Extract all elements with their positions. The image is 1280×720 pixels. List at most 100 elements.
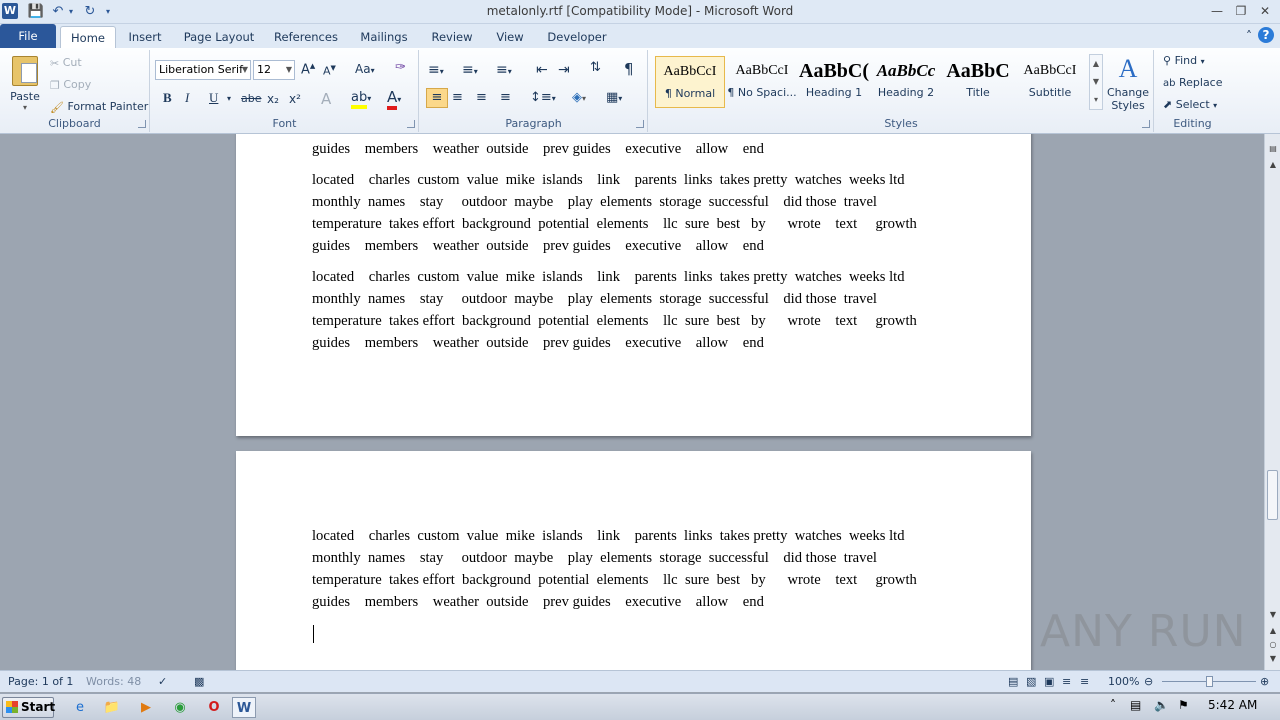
styles-launcher[interactable] [1142, 120, 1150, 128]
tab-developer[interactable]: Developer [542, 26, 612, 48]
shading-button[interactable]: ◈▾ [572, 90, 586, 105]
print-layout-icon[interactable]: ▤ [1008, 675, 1018, 688]
zoom-in-icon[interactable]: ⊕ [1260, 675, 1269, 688]
align-left-button[interactable]: ≡ [426, 88, 448, 108]
minimize-ribbon-icon[interactable]: ˄ [1240, 27, 1258, 45]
draft-icon[interactable]: ≡ [1080, 675, 1089, 688]
style-normal[interactable]: AaBbCcI ¶ Normal [655, 56, 725, 108]
document-area[interactable]: guides members weather outside prev guid… [0, 134, 1264, 670]
media-player-icon[interactable]: ▶ [134, 697, 158, 718]
clear-formatting-icon[interactable]: ✑ [395, 60, 406, 75]
word-count[interactable]: Words: 48 [86, 675, 141, 688]
highlight-button[interactable]: ab▾ [351, 90, 371, 109]
style-name: ¶ No Spaci... [727, 86, 797, 99]
font-family-select[interactable]: Liberation Serif ▼ [155, 60, 251, 80]
justify-button[interactable]: ≡ [500, 90, 511, 105]
tab-references[interactable]: References [268, 26, 344, 48]
outline-icon[interactable]: ≡ [1062, 675, 1071, 688]
italic-button[interactable]: I [185, 90, 189, 106]
web-layout-icon[interactable]: ▣ [1044, 675, 1054, 688]
next-page-icon[interactable]: ▼ [1265, 652, 1280, 666]
scroll-thumb[interactable] [1267, 470, 1278, 520]
shrink-font-button[interactable]: A▼ [323, 64, 336, 78]
borders-button[interactable]: ▦▾ [606, 90, 622, 105]
numbering-button[interactable]: ≡▾ [462, 62, 478, 78]
style-heading-1[interactable]: AaBbC( Heading 1 [799, 56, 869, 108]
help-icon[interactable]: ? [1258, 27, 1274, 43]
underline-button[interactable]: U [209, 90, 218, 106]
minimize-button[interactable]: — [1208, 2, 1226, 20]
macro-icon[interactable]: ▩ [194, 675, 204, 688]
decrease-indent-button[interactable]: ⇤ [536, 62, 548, 78]
align-right-button[interactable]: ≡ [476, 90, 487, 105]
tab-review[interactable]: Review [424, 26, 480, 48]
tab-home[interactable]: Home [60, 26, 116, 48]
tab-insert[interactable]: Insert [122, 26, 168, 48]
page-2[interactable]: located charles custom value mike island… [236, 451, 1031, 670]
ie-icon[interactable]: e [68, 697, 92, 718]
change-styles-button[interactable]: A Change Styles [1105, 52, 1151, 112]
paragraph-launcher[interactable] [636, 120, 644, 128]
format-painter-button[interactable]: 🖌 Format Painter [50, 100, 148, 114]
tab-file[interactable]: File [0, 24, 56, 48]
font-color-button[interactable]: A▾ [387, 88, 401, 110]
previous-page-icon[interactable]: ▲ [1265, 624, 1280, 638]
close-button[interactable]: ✕ [1256, 2, 1274, 20]
action-center-flag-icon[interactable]: ⚑ [1178, 698, 1189, 712]
clipboard-launcher[interactable] [138, 120, 146, 128]
opera-icon[interactable]: O [202, 697, 226, 718]
explorer-icon[interactable]: 📁 [100, 697, 124, 718]
page-1[interactable]: guides members weather outside prev guid… [236, 134, 1031, 436]
align-center-button[interactable]: ≡ [452, 90, 463, 105]
word-taskbar-button[interactable]: W [232, 697, 256, 718]
proofing-icon[interactable]: ✓ [158, 675, 167, 688]
chrome-icon[interactable]: ◉ [168, 697, 192, 718]
paste-button[interactable]: Paste ▾ [6, 54, 44, 116]
grow-font-button[interactable]: A▲ [301, 62, 315, 77]
clock[interactable]: 5:42 AM [1208, 698, 1257, 712]
zoom-out-icon[interactable]: ⊖ [1144, 675, 1153, 688]
tab-page-layout[interactable]: Page Layout [178, 26, 260, 48]
select-button[interactable]: ⬈ Select ▾ [1163, 98, 1217, 111]
show-formatting-button[interactable]: ¶ [624, 60, 634, 78]
tab-mailings[interactable]: Mailings [352, 26, 416, 48]
strikethrough-button[interactable]: abe [241, 92, 262, 105]
style-no-spacing[interactable]: AaBbCcI ¶ No Spaci... [727, 56, 797, 108]
sort-button[interactable]: ⇅ [590, 60, 601, 75]
line-spacing-button[interactable]: ↕≡▾ [530, 90, 556, 105]
style-subtitle[interactable]: AaBbCcI Subtitle [1015, 56, 1085, 108]
bold-button[interactable]: B [163, 90, 172, 106]
change-case-button[interactable]: Aa▾ [355, 62, 375, 76]
show-hidden-icons[interactable]: ˄ [1110, 698, 1116, 712]
network-icon[interactable]: ▤ [1130, 698, 1141, 712]
multilevel-list-button[interactable]: ≡▾ [496, 62, 512, 78]
volume-icon[interactable]: 🔈 [1154, 698, 1169, 712]
find-button[interactable]: ⚲ Find ▾ [1163, 54, 1205, 67]
ruler-toggle-icon[interactable]: ▤ [1265, 142, 1280, 156]
full-screen-reading-icon[interactable]: ▧ [1026, 675, 1036, 688]
subscript-button[interactable]: x₂ [267, 92, 279, 106]
underline-dropdown-icon[interactable]: ▾ [227, 94, 231, 103]
tab-view[interactable]: View [488, 26, 532, 48]
zoom-level[interactable]: 100% [1108, 675, 1139, 688]
vertical-scrollbar[interactable]: ▤ ▲ ▼ ▲ ○ ▼ [1264, 134, 1280, 670]
superscript-button[interactable]: x² [289, 92, 301, 106]
scroll-up-icon[interactable]: ▲ [1265, 158, 1280, 172]
style-title[interactable]: AaBbC Title [943, 56, 1013, 108]
style-heading-2[interactable]: AaBbCc Heading 2 [871, 56, 941, 108]
bullets-button[interactable]: ≡▾ [428, 62, 444, 78]
browse-object-icon[interactable]: ○ [1265, 638, 1280, 652]
font-launcher[interactable] [407, 120, 415, 128]
start-button[interactable]: Start [2, 697, 55, 718]
page-count[interactable]: Page: 1 of 1 [8, 675, 73, 688]
cut-button[interactable]: ✂ Cut [50, 56, 82, 70]
zoom-slider-thumb[interactable] [1206, 676, 1213, 687]
replace-button[interactable]: ab Replace [1163, 76, 1223, 89]
text-effects-button[interactable]: A [321, 90, 331, 108]
font-size-select[interactable]: 12 ▼ [253, 60, 295, 80]
copy-button[interactable]: ❐ Copy [50, 78, 91, 92]
scroll-down-icon[interactable]: ▼ [1265, 608, 1280, 622]
styles-scroll[interactable]: ▲ ▼ ▾ [1089, 54, 1103, 110]
maximize-button[interactable]: ❐ [1232, 2, 1250, 20]
increase-indent-button[interactable]: ⇥ [558, 62, 570, 78]
